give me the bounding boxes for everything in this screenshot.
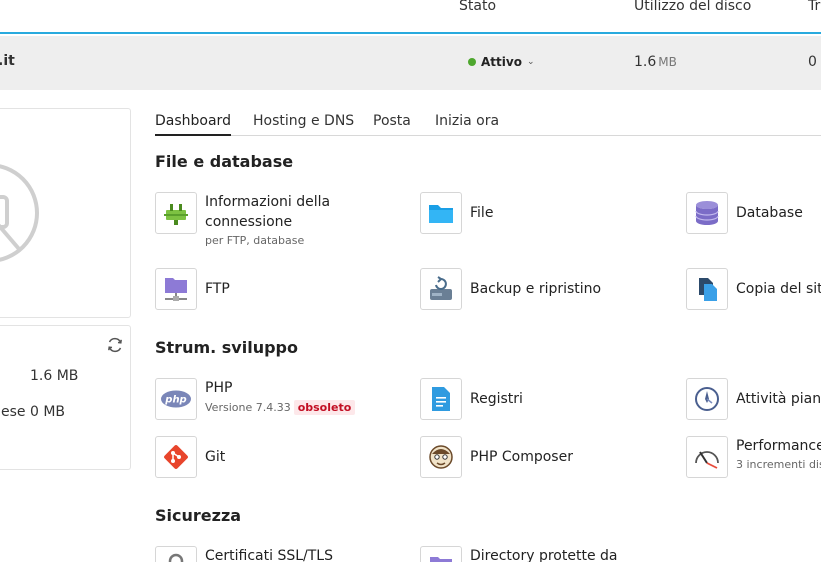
- domain-name-link[interactable]: .it: [0, 53, 15, 69]
- tool-label: Git: [205, 449, 226, 465]
- domains-table-header: Stato Utilizzo del disco Tr: [0, 0, 821, 34]
- section-title-dev-tools: Strum. sviluppo: [155, 338, 298, 357]
- tool-label: Database: [736, 205, 803, 221]
- php-logo-icon: php: [155, 378, 197, 420]
- tool-git[interactable]: Git: [155, 436, 225, 478]
- obsolete-badge: obsoleto: [293, 400, 356, 415]
- backup-drive-icon: [420, 268, 462, 310]
- folder-icon: [420, 192, 462, 234]
- tool-databases[interactable]: Database: [686, 192, 803, 234]
- tool-label: Backup e ripristino: [470, 281, 602, 297]
- tool-label: Performance: [736, 438, 821, 454]
- tool-label: Informazioni della connessione: [205, 194, 331, 230]
- tool-backup-restore[interactable]: Backup e ripristino: [420, 268, 601, 310]
- tool-label: File: [470, 205, 494, 221]
- tool-php-composer[interactable]: PHP Composer: [420, 436, 573, 478]
- disk-usage-stat: 1.6 MB: [30, 368, 79, 384]
- ssl-lock-icon: [155, 546, 197, 562]
- tool-php-settings[interactable]: php PHP Versione 7.4.33 obsoleto: [155, 378, 356, 420]
- clock-compass-icon: [686, 378, 728, 420]
- connection-plug-icon: [155, 192, 197, 234]
- protected-folder-icon: [420, 546, 462, 562]
- tool-file-manager[interactable]: File: [420, 192, 493, 234]
- chevron-down-icon: ⌄: [526, 57, 535, 67]
- column-header-status[interactable]: Stato: [459, 0, 496, 14]
- tool-logs[interactable]: Registri: [420, 378, 523, 420]
- copy-documents-icon: [686, 268, 728, 310]
- status-dropdown[interactable]: Attivo ⌄: [468, 55, 535, 69]
- tool-label: Registri: [470, 391, 523, 407]
- tool-label: Attività pianific: [736, 391, 821, 407]
- tool-performance-booster[interactable]: Performance 3 incrementi dis: [686, 436, 821, 478]
- tab-inizia-ora[interactable]: Inizia ora: [435, 112, 499, 136]
- tab-dashboard[interactable]: Dashboard: [155, 112, 231, 136]
- traffic-value: 0: [808, 54, 817, 70]
- refresh-icon[interactable]: [106, 336, 124, 354]
- tool-label: PHP: [205, 380, 233, 396]
- tool-label: Copia del sito: [736, 281, 821, 297]
- composer-logo-icon: [420, 436, 462, 478]
- no-preview-icon: [0, 164, 39, 262]
- database-icon: [686, 192, 728, 234]
- tool-label: Directory protette da: [470, 548, 618, 562]
- svg-text:php: php: [164, 395, 186, 406]
- tool-protected-directories[interactable]: Directory protette da: [420, 546, 618, 562]
- section-title-files: File e database: [155, 152, 294, 171]
- tool-scheduled-tasks[interactable]: Attività pianific: [686, 378, 821, 420]
- tab-hosting-dns[interactable]: Hosting e DNS: [253, 112, 354, 136]
- tool-label: PHP Composer: [470, 449, 573, 465]
- tab-posta[interactable]: Posta: [373, 112, 411, 136]
- status-label: Attivo: [481, 55, 522, 69]
- tool-subtitle: per FTP, database: [205, 234, 305, 247]
- dashboard-tabs: Dashboard Hosting e DNS Posta Inizia ora: [155, 112, 821, 136]
- log-document-icon: [420, 378, 462, 420]
- column-header-traffic[interactable]: Tr: [808, 0, 820, 14]
- disk-usage-value: 1.6 MB: [634, 54, 677, 70]
- git-logo-icon: [155, 436, 197, 478]
- section-title-security: Sicurezza: [155, 506, 242, 525]
- speedometer-icon: [686, 436, 728, 478]
- tool-ftp[interactable]: FTP: [155, 268, 230, 310]
- site-preview-card: [0, 108, 131, 318]
- domain-row[interactable]: .it Attivo ⌄ 1.6MB 0: [0, 36, 821, 90]
- tool-label: FTP: [205, 281, 230, 297]
- site-stats-card: 1.6 MB ese 0 MB: [0, 325, 131, 470]
- tool-subtitle: 3 incrementi dis: [736, 458, 821, 471]
- tool-label: Certificati SSL/TLS: [205, 548, 333, 562]
- traffic-stat: 0 MB: [30, 404, 66, 420]
- column-header-disk-usage[interactable]: Utilizzo del disco: [634, 0, 751, 14]
- tool-website-copy[interactable]: Copia del sito: [686, 268, 821, 310]
- active-status-dot-icon: [468, 58, 476, 66]
- tool-ssl-certificates[interactable]: Certificati SSL/TLS: [155, 546, 333, 562]
- traffic-stat-label: ese: [1, 404, 26, 420]
- tool-subtitle: Versione 7.4.33 obsoleto: [205, 400, 356, 415]
- tool-connection-info[interactable]: Informazioni della connessione per FTP, …: [155, 192, 345, 247]
- ftp-folder-network-icon: [155, 268, 197, 310]
